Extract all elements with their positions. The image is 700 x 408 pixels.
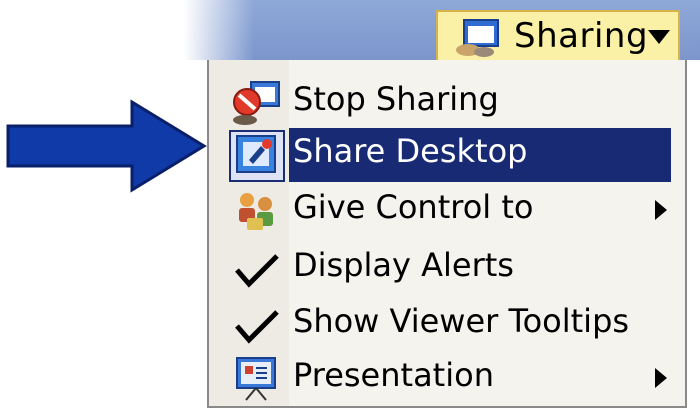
menu-item-label: Presentation — [293, 356, 494, 394]
menu-item-label: Give Control to — [293, 188, 534, 226]
menu-item-display-alerts[interactable]: Display Alerts — [209, 240, 685, 296]
sharing-menu: Stop Sharing Share Desktop Give Control … — [207, 60, 687, 408]
submenu-arrow-icon — [655, 200, 667, 220]
submenu-arrow-icon — [655, 368, 667, 388]
share-desktop-icon — [236, 135, 276, 173]
checkmark-icon — [235, 310, 279, 344]
menu-item-label: Stop Sharing — [293, 80, 499, 118]
menu-item-label: Share Desktop — [293, 132, 528, 170]
give-control-icon — [239, 193, 273, 230]
menu-item-give-control[interactable]: Give Control to — [209, 182, 685, 238]
share-session-icon — [456, 19, 499, 57]
presentation-icon — [236, 357, 276, 401]
menu-item-show-viewer-tooltips[interactable]: Show Viewer Tooltips — [209, 296, 685, 352]
pointer-arrow-icon — [6, 99, 207, 193]
menu-item-share-desktop[interactable]: Share Desktop — [209, 126, 685, 182]
menu-item-label: Display Alerts — [293, 246, 514, 284]
menu-item-label: Show Viewer Tooltips — [293, 302, 630, 340]
chevron-down-icon[interactable] — [648, 30, 670, 44]
menu-item-stop-sharing[interactable]: Stop Sharing — [209, 74, 685, 130]
checkmark-icon — [235, 254, 279, 288]
stop-sharing-icon — [233, 81, 280, 125]
sharing-button-label: Sharing — [514, 16, 649, 56]
toolbar-fade — [184, 0, 254, 60]
menu-item-presentation[interactable]: Presentation — [209, 350, 685, 406]
sharing-button[interactable]: Sharing — [436, 10, 680, 60]
